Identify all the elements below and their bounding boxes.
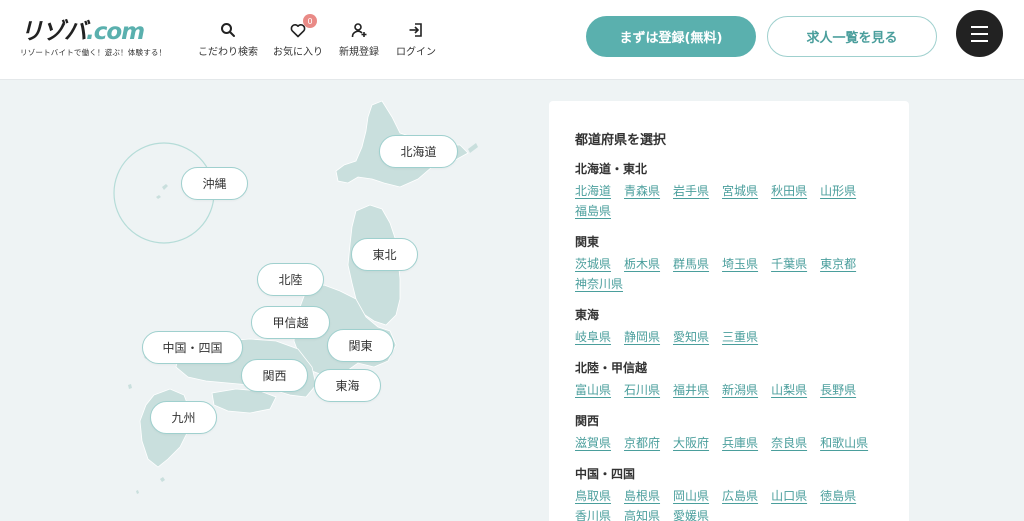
region-heading: 東海 — [575, 308, 600, 322]
region-heading: 関東 — [575, 235, 600, 249]
prefecture-link[interactable]: 神奈川県 — [575, 276, 623, 292]
region-group: 関東茨城県 栃木県 群馬県 埼玉県 千葉県 東京都神奈川県 — [575, 233, 883, 292]
prefecture-link[interactable]: 三重県 — [722, 329, 758, 345]
nav-login[interactable]: ログイン — [396, 20, 436, 58]
region-pill-kansai[interactable]: 関西 — [241, 359, 308, 392]
logo-tagline: リゾートバイトで働く！遊ぶ！体験する！ — [20, 48, 167, 57]
prefecture-link[interactable]: 静岡県 — [624, 329, 660, 345]
japan-map: 北海道 沖縄 東北 北陸 甲信越 中国・四国 関東 関西 東海 九州 — [100, 95, 500, 521]
prefecture-link[interactable]: 宮城県 — [722, 183, 758, 199]
login-icon — [406, 20, 426, 40]
region-groups: 北海道・東北 北海道 青森県 岩手県 宮城県 秋田県 山形県福島県関東茨城県 栃木県 群馬県 埼玉… — [575, 160, 883, 521]
prefecture-list: 北海道 青森県 岩手県 宮城県 秋田県 山形県福島県 — [575, 183, 895, 219]
favorites-count-badge: 0 — [303, 14, 317, 28]
region-heading: 北陸・甲信越 — [575, 361, 648, 375]
prefecture-link[interactable]: 愛媛県 — [673, 508, 709, 521]
prefecture-link[interactable]: 栃木県 — [624, 256, 660, 272]
hokkaido-islet — [468, 143, 478, 153]
prefecture-list: 富山県 石川県 福井県 新潟県 山梨県 長野県 — [575, 382, 895, 398]
region-pill-kanto[interactable]: 関東 — [327, 329, 394, 362]
region-pill-hokuriku[interactable]: 北陸 — [257, 263, 324, 296]
prefecture-link[interactable]: 滋賀県 — [575, 435, 611, 451]
region-heading: 関西 — [575, 414, 600, 428]
prefecture-link[interactable]: 兵庫県 — [722, 435, 758, 451]
prefecture-link[interactable]: 山梨県 — [771, 382, 807, 398]
prefecture-link[interactable]: 岐阜県 — [575, 329, 611, 345]
nav-register-label: 新規登録 — [339, 47, 379, 58]
prefecture-panel: 都道府県を選択 北海道・東北 北海道 青森県 岩手県 宮城県 秋田県 山形県福島県関東茨城県… — [549, 101, 909, 521]
prefecture-link[interactable]: 東京都 — [820, 256, 856, 272]
prefecture-link[interactable]: 福島県 — [575, 203, 611, 219]
prefecture-link[interactable]: 長野県 — [820, 382, 856, 398]
nav-login-label: ログイン — [396, 47, 436, 58]
prefecture-link[interactable]: 茨城県 — [575, 256, 611, 272]
nav-search[interactable]: こだわり検索 — [198, 20, 258, 58]
prefecture-link[interactable]: 和歌山県 — [820, 435, 868, 451]
region-pill-chugoku-shikoku[interactable]: 中国・四国 — [142, 331, 243, 364]
prefecture-link[interactable]: 大阪府 — [673, 435, 709, 451]
region-group: 北海道・東北 北海道 青森県 岩手県 宮城県 秋田県 山形県福島県 — [575, 160, 883, 219]
prefecture-list: 茨城県 栃木県 群馬県 埼玉県 千葉県 東京都神奈川県 — [575, 256, 895, 292]
okinawa-islands — [156, 184, 168, 199]
prefecture-link[interactable]: 石川県 — [624, 382, 660, 398]
prefecture-link[interactable]: 香川県 — [575, 508, 611, 521]
prefecture-link[interactable]: 群馬県 — [673, 256, 709, 272]
nav-register[interactable]: 新規登録 — [339, 20, 379, 58]
region-group: 北陸・甲信越 富山県 石川県 福井県 新潟県 山梨県 長野県 — [575, 359, 883, 398]
nav-favorites[interactable]: 0 お気に入り — [273, 14, 323, 58]
prefecture-link[interactable]: 埼玉県 — [722, 256, 758, 272]
prefecture-link[interactable]: 京都府 — [624, 435, 660, 451]
prefecture-link[interactable]: 千葉県 — [771, 256, 807, 272]
logo-mark: リゾバ.com — [20, 19, 145, 45]
prefecture-link[interactable]: 奈良県 — [771, 435, 807, 451]
site-logo[interactable]: リゾバ.com リゾートバイトで働く！遊ぶ！体験する！ — [20, 20, 180, 58]
region-group: 関西滋賀県 京都府 大阪府 兵庫県 奈良県 和歌山県 — [575, 412, 883, 451]
prefecture-link[interactable]: 徳島県 — [820, 488, 856, 504]
add-user-icon — [349, 20, 369, 40]
region-pill-kyushu[interactable]: 九州 — [150, 401, 217, 434]
prefecture-list: 鳥取県 島根県 岡山県 広島県 山口県 徳島県香川県 高知県 愛媛県 — [575, 488, 895, 521]
menu-line-icon — [971, 25, 988, 28]
register-free-button[interactable]: まずは登録(無料) — [586, 16, 756, 57]
prefecture-link[interactable]: 高知県 — [624, 508, 660, 521]
search-icon — [218, 20, 238, 40]
job-list-button[interactable]: 求人一覧を見る — [767, 16, 937, 57]
prefecture-link[interactable]: 愛知県 — [673, 329, 709, 345]
prefecture-link[interactable]: 島根県 — [624, 488, 660, 504]
shikoku-shape — [211, 388, 277, 414]
prefecture-link[interactable]: 富山県 — [575, 382, 611, 398]
region-pill-hokkaido[interactable]: 北海道 — [379, 135, 458, 168]
heart-icon: 0 — [288, 14, 317, 40]
region-pill-tokai[interactable]: 東海 — [314, 369, 381, 402]
menu-line-icon — [971, 32, 988, 35]
site-header: リゾバ.com リゾートバイトで働く！遊ぶ！体験する！ こだわり検索 0 お気に… — [0, 0, 1024, 80]
nav-search-label: こだわり検索 — [198, 47, 258, 58]
prefecture-link[interactable]: 鳥取県 — [575, 488, 611, 504]
region-pill-okinawa[interactable]: 沖縄 — [181, 167, 248, 200]
prefecture-link[interactable]: 岩手県 — [673, 183, 709, 199]
prefecture-link[interactable]: 岡山県 — [673, 488, 709, 504]
prefecture-link[interactable]: 新潟県 — [722, 382, 758, 398]
prefecture-link[interactable]: 秋田県 — [771, 183, 807, 199]
prefecture-link[interactable]: 山形県 — [820, 183, 856, 199]
region-pill-tohoku[interactable]: 東北 — [351, 238, 418, 271]
nav-favorites-label: お気に入り — [273, 47, 323, 58]
prefecture-list: 滋賀県 京都府 大阪府 兵庫県 奈良県 和歌山県 — [575, 435, 895, 451]
menu-line-icon — [971, 39, 988, 42]
panel-title: 都道府県を選択 — [575, 133, 667, 148]
region-heading: 北海道・東北 — [575, 162, 648, 176]
region-group: 東海岐阜県 静岡県 愛知県 三重県 — [575, 306, 883, 345]
prefecture-list: 岐阜県 静岡県 愛知県 三重県 — [575, 329, 895, 345]
region-pill-koshinetsu[interactable]: 甲信越 — [251, 306, 330, 339]
prefecture-link[interactable]: 青森県 — [624, 183, 660, 199]
hamburger-menu-button[interactable] — [956, 10, 1003, 57]
prefecture-link[interactable]: 山口県 — [771, 488, 807, 504]
prefecture-link[interactable]: 福井県 — [673, 382, 709, 398]
region-heading: 中国・四国 — [575, 467, 636, 481]
region-group: 中国・四国鳥取県 島根県 岡山県 広島県 山口県 徳島県香川県 高知県 愛媛県 — [575, 465, 883, 521]
prefecture-link[interactable]: 広島県 — [722, 488, 758, 504]
prefecture-link[interactable]: 北海道 — [575, 183, 611, 199]
